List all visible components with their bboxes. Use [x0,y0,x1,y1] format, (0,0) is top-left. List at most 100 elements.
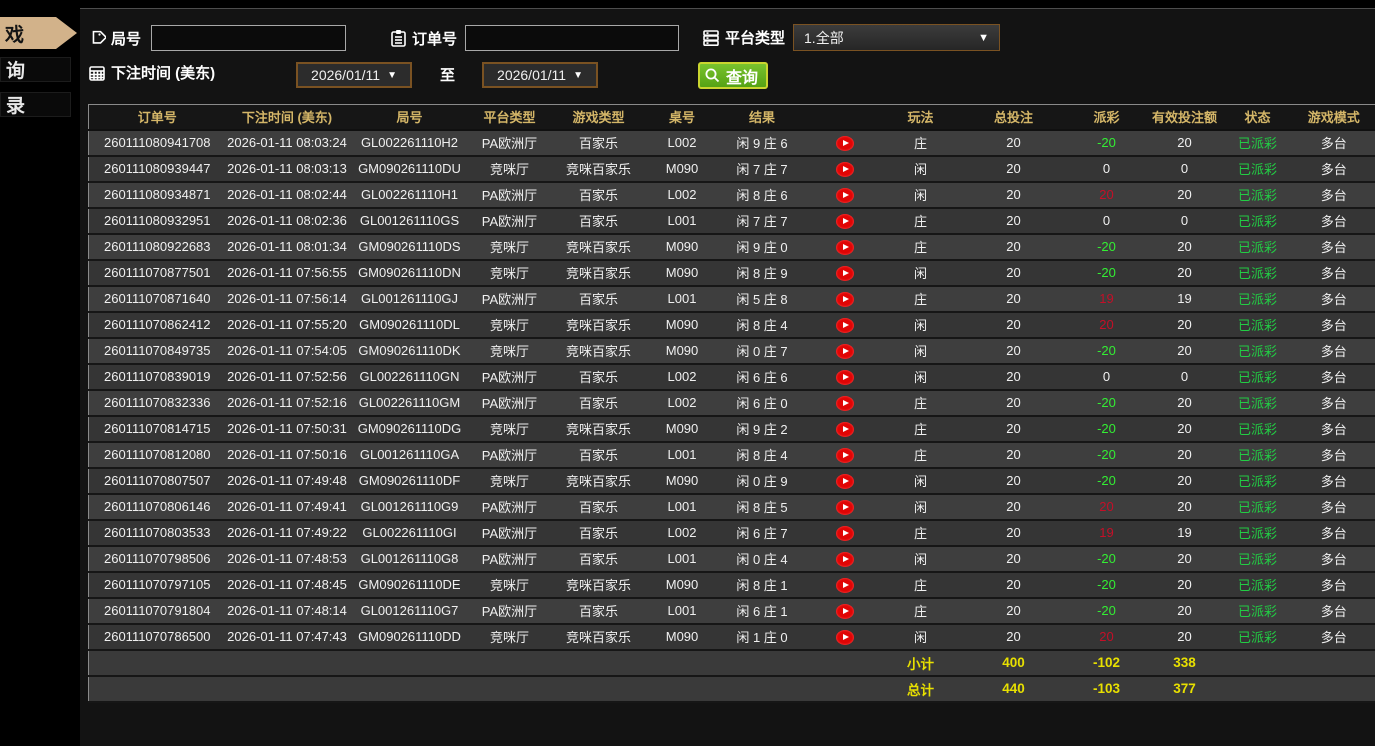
cell-valid: 19 [1146,519,1223,547]
play-video-icon[interactable] [835,265,854,281]
play-video-icon[interactable] [835,317,854,333]
table-row: 260111080941708 2026-01-11 08:03:24 GL0022… [88,129,1375,157]
cell-game: 百家乐 [548,207,649,235]
search-button[interactable]: 查询 [698,62,769,89]
cell-status: 已派彩 [1222,207,1293,235]
cell-bet: 庄 [880,207,961,235]
cell-bet: 庄 [880,571,961,599]
date-from-value: 2026/01/11 [311,67,381,83]
cell-game: 竞咪百家乐 [548,155,649,183]
round-number-input[interactable] [151,25,347,51]
subtotal-row: 小计 400 -102 338 [88,649,1375,677]
cell-game: 竞咪百家乐 [548,623,649,651]
column-header: 桌号 [648,104,716,131]
cell-table_no: M090 [648,337,716,365]
cell-round: GM090261110DG [348,415,471,443]
play-video-icon[interactable] [835,343,854,359]
cell-round: GL001261110G8 [348,545,471,573]
cell-total: 20 [960,181,1067,209]
cell-game: 百家乐 [548,597,649,625]
date-from-picker[interactable]: 2026/01/11 ▼ [296,62,412,88]
play-video-icon[interactable] [835,473,854,489]
play-video-icon[interactable] [835,161,854,177]
cell-bet: 闲 [880,545,961,573]
cell-mode: 多台 [1292,623,1375,651]
play-video-icon[interactable] [835,447,854,463]
cell-valid: 20 [1146,259,1223,287]
cell-play [808,155,881,183]
cell-table_no: L002 [648,519,716,547]
cell-order: 260111070798506 [88,545,226,573]
magnifier-icon [704,67,721,84]
cell-table_no: M090 [648,623,716,651]
cell-platform: 竞咪厅 [470,311,549,339]
cell-platform: PA欧洲厅 [470,597,549,625]
round-number-label: 局号 [111,30,142,48]
play-video-icon[interactable] [835,629,854,645]
sidebar-tab-records[interactable]: 录 [0,92,71,117]
play-video-icon[interactable] [835,395,854,411]
cell-payout: 0 [1066,207,1147,235]
cell-time: 2026-01-11 07:49:22 [225,519,349,547]
cell-mode: 多台 [1292,285,1375,313]
cell-table_no: L001 [648,207,716,235]
cell-play [808,623,881,651]
cell-valid: 20 [1146,493,1223,521]
cell-order: 260111080934871 [88,181,226,209]
date-to-picker[interactable]: 2026/01/11 ▼ [482,62,598,88]
cell-mode: 多台 [1292,155,1375,183]
play-video-icon[interactable] [835,369,854,385]
table-row: 260111070807507 2026-01-11 07:49:48 GM0902… [88,467,1375,495]
play-video-icon[interactable] [835,291,854,307]
play-video-icon[interactable] [835,421,854,437]
date-to-separator: 至 [440,67,456,84]
filter-bar: 局号 订单号 平台类型 1.全部 ▼ 下注时间 (美东) 2026/01/11 … [80,9,1375,104]
cell-status: 已派彩 [1222,571,1293,599]
cell-table_no: M090 [648,259,716,287]
cell-time: 2026-01-11 07:47:43 [225,623,349,651]
cell-mode: 多台 [1292,467,1375,495]
table-row: 260111070803533 2026-01-11 07:49:22 GL0022… [88,519,1375,547]
cell-round: GM090261110DD [348,623,471,651]
table-row: 260111070814715 2026-01-11 07:50:31 GM0902… [88,415,1375,443]
cell-table_no: M090 [648,415,716,443]
cell-status: 已派彩 [1222,363,1293,391]
cell-bet: 庄 [880,129,961,157]
cell-platform: 竞咪厅 [470,259,549,287]
sidebar-tab-game[interactable]: 戏 [0,17,77,49]
cell-bet: 闲 [880,623,961,651]
cell-time: 2026-01-11 08:03:13 [225,155,349,183]
column-header: 派彩 [1066,104,1147,131]
play-video-icon[interactable] [835,577,854,593]
cell-platform: 竞咪厅 [470,155,549,183]
play-video-icon[interactable] [835,551,854,567]
cell-play [808,519,881,547]
cell-order: 260111070786500 [88,623,226,651]
play-video-icon[interactable] [835,603,854,619]
play-video-icon[interactable] [835,239,854,255]
play-video-icon[interactable] [835,525,854,541]
sidebar-tab-query[interactable]: 询 [0,57,71,82]
cell-result: 闲 9 庄 0 [715,233,809,261]
order-number-input[interactable] [465,25,680,51]
cell-status: 已派彩 [1222,233,1293,261]
grand-total-valid-bet: 377 [1146,675,1223,703]
play-video-icon[interactable] [835,187,854,203]
cell-status: 已派彩 [1222,389,1293,417]
cell-play [808,571,881,599]
cell-payout: 20 [1066,181,1147,209]
play-video-icon[interactable] [835,135,854,151]
cell-order: 260111070862412 [88,311,226,339]
table-row: 260111080932951 2026-01-11 08:02:36 GL0012… [88,207,1375,235]
play-video-icon[interactable] [835,499,854,515]
cell-payout: 20 [1066,623,1147,651]
platform-type-select[interactable]: 1.全部 ▼ [793,24,1001,51]
cell-order: 260111070832336 [88,389,226,417]
cell-play [808,363,881,391]
cell-round: GM090261110DL [348,311,471,339]
cell-time: 2026-01-11 08:01:34 [225,233,349,261]
cell-mode: 多台 [1292,597,1375,625]
table-row: 260111070877501 2026-01-11 07:56:55 GM0902… [88,259,1375,287]
cell-round: GL002261110H1 [348,181,471,209]
play-video-icon[interactable] [835,213,854,229]
